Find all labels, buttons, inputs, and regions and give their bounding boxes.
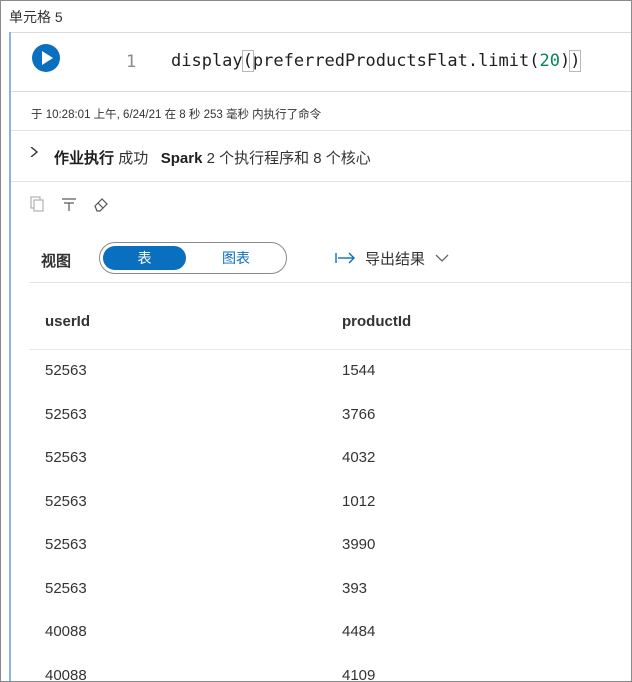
column-header-userid[interactable]: userId — [45, 313, 90, 330]
code-open-paren: ( — [241, 50, 254, 72]
results-table: userId productId 52563 1544 52563 3766 5… — [29, 282, 631, 682]
output-toolbar — [28, 195, 110, 213]
chevron-right-icon[interactable] — [29, 147, 39, 157]
cell-userid: 52563 — [45, 362, 87, 379]
line-number: 1 — [126, 52, 137, 72]
table-row: 52563 1012 — [29, 481, 631, 525]
view-label: 视图 — [41, 253, 72, 270]
job-label: 作业执行 — [54, 150, 115, 167]
cell-body: 1 display(preferredProductsFlat.limit(20… — [9, 32, 631, 682]
filter-icon[interactable] — [60, 195, 78, 213]
code-func: display — [171, 51, 243, 71]
run-cell-button[interactable] — [32, 44, 60, 72]
table-row: 52563 1544 — [29, 350, 631, 394]
cell-productid: 3990 — [342, 536, 376, 553]
play-icon — [42, 51, 53, 65]
code-line[interactable]: display(preferredProductsFlat.limit(20)) — [171, 50, 582, 72]
cell-productid: 4032 — [342, 449, 376, 466]
export-label: 导出结果 — [365, 250, 426, 268]
cell-userid: 52563 — [45, 579, 87, 597]
execution-info: 于 10:28:01 上午, 6/24/21 在 8 秒 253 毫秒 内执行了… — [31, 109, 322, 121]
cell-productid: 4484 — [342, 623, 376, 640]
job-engine: Spark — [160, 150, 203, 167]
eraser-icon[interactable] — [92, 195, 110, 213]
code-editor[interactable]: 1 display(preferredProductsFlat.limit(20… — [11, 32, 631, 92]
table-row: 40088 4484 — [29, 611, 631, 655]
cell-productid: 393 — [342, 579, 368, 597]
tab-table[interactable]: 表 — [103, 246, 186, 270]
tab-chart[interactable]: 图表 — [193, 246, 279, 270]
table-row: 52563 393 — [29, 568, 631, 612]
cell-productid: 4109 — [342, 666, 376, 682]
notebook-cell-frame: 单元格 5 1 display(preferredProductsFlat.li… — [0, 0, 632, 682]
cell-userid: 52563 — [45, 536, 87, 553]
chevron-down-icon — [435, 254, 449, 262]
table-header: userId productId — [29, 283, 631, 350]
export-arrow-icon — [335, 252, 355, 264]
cell-productid: 1544 — [342, 362, 376, 379]
table-row: 40088 4109 — [29, 655, 631, 682]
job-details: 2 个执行程序和 8 个核心 — [206, 150, 371, 167]
cell-title: 单元格 5 — [9, 9, 63, 25]
code-close-paren: ) — [569, 50, 582, 72]
table-row: 52563 4032 — [29, 437, 631, 481]
view-toggle: 表 图表 — [99, 242, 287, 274]
job-summary: 作业执行 成功 Spark 2 个执行程序和 8 个核心 — [54, 147, 371, 168]
export-results-button[interactable]: 导出结果 — [335, 247, 449, 269]
table-row: 52563 3766 — [29, 394, 631, 438]
cell-userid: 40088 — [45, 666, 87, 682]
table-row: 52563 3990 — [29, 524, 631, 568]
copy-icon[interactable] — [28, 195, 46, 213]
cell-productid: 3766 — [342, 405, 376, 423]
cell-userid: 52563 — [45, 492, 87, 510]
cell-productid: 1012 — [342, 492, 376, 510]
cell-userid: 52563 — [45, 405, 87, 423]
job-execution-row[interactable]: 作业执行 成功 Spark 2 个执行程序和 8 个核心 — [11, 130, 631, 182]
cell-userid: 40088 — [45, 623, 87, 640]
job-status: 成功 — [118, 150, 149, 167]
code-close-inner: ) — [559, 51, 571, 71]
column-header-productid[interactable]: productId — [342, 313, 411, 330]
code-args: preferredProductsFlat.limit( — [252, 51, 540, 71]
code-number: 20 — [539, 51, 560, 71]
cell-userid: 52563 — [45, 449, 87, 466]
